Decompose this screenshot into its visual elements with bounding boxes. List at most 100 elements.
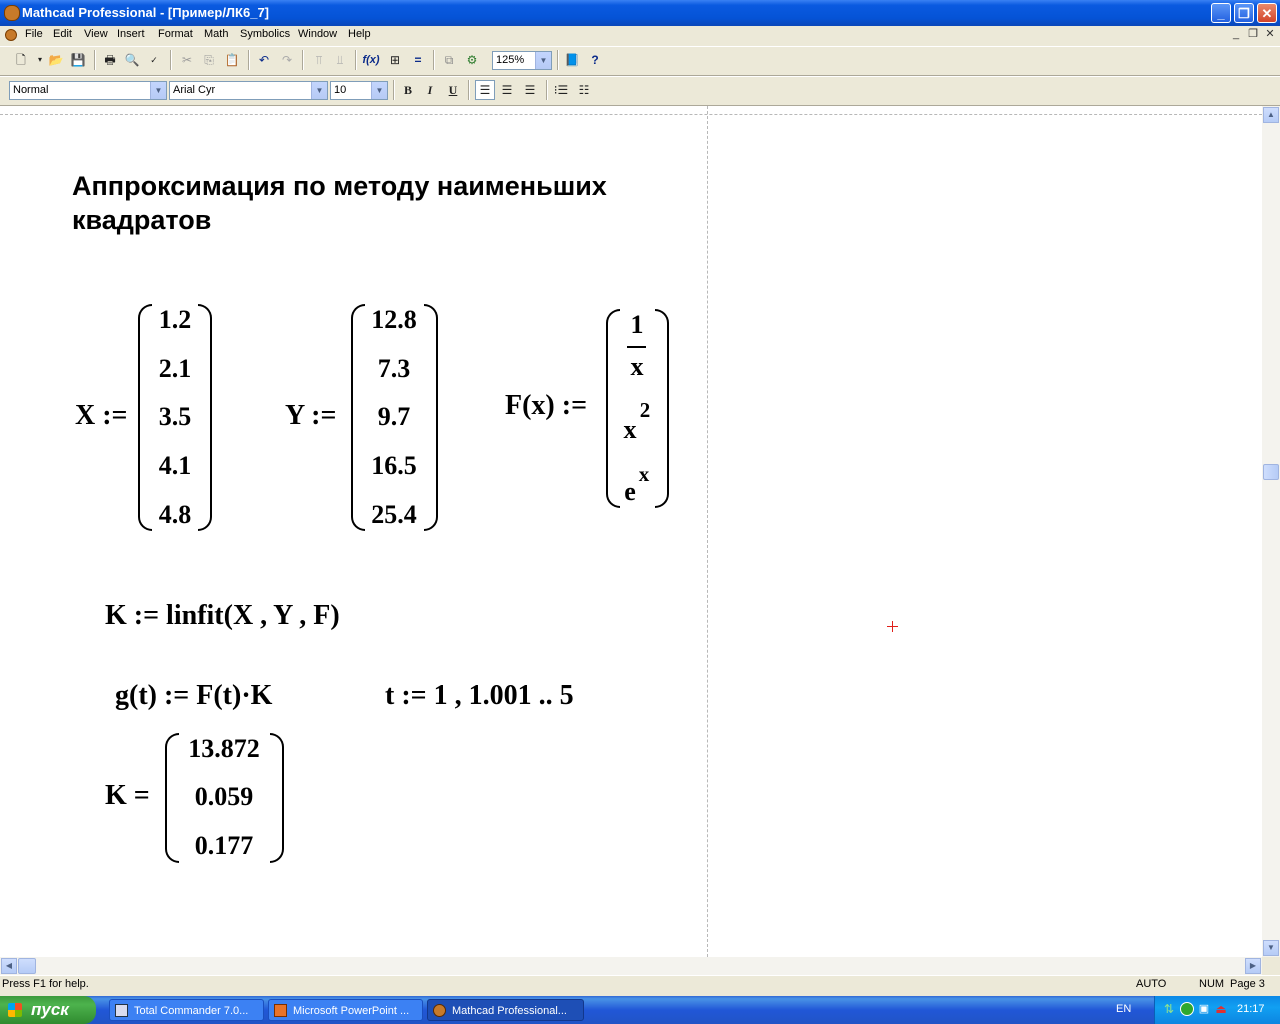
y-definition-label[interactable]: Y := bbox=[285, 400, 336, 432]
font-size-select[interactable]: 10 ▼ bbox=[330, 81, 388, 100]
antivirus-icon[interactable] bbox=[1180, 1002, 1194, 1016]
print-preview-icon[interactable]: 🔍 bbox=[123, 51, 141, 69]
undo-icon[interactable]: ↶ bbox=[255, 51, 273, 69]
x-definition-label[interactable]: X := bbox=[75, 400, 128, 432]
k-result-value[interactable]: 0.177 bbox=[174, 831, 274, 861]
align-center-icon[interactable]: ☰ bbox=[498, 81, 516, 99]
bold-button[interactable]: B bbox=[399, 81, 417, 99]
save-icon[interactable]: 💾 bbox=[69, 51, 87, 69]
zoom-select[interactable]: 125% ▼ bbox=[492, 51, 552, 70]
close-button[interactable]: ✕ bbox=[1257, 3, 1277, 23]
redo-icon[interactable]: ↷ bbox=[278, 51, 296, 69]
menu-window[interactable]: Window bbox=[298, 28, 337, 40]
vertical-scrollbar[interactable] bbox=[1262, 106, 1280, 957]
doc-restore-icon[interactable]: ❐ bbox=[1246, 28, 1260, 41]
status-page: Page 3 bbox=[1230, 978, 1265, 990]
menu-math[interactable]: Math bbox=[204, 28, 228, 40]
scroll-down-icon[interactable]: ▼ bbox=[1263, 940, 1279, 956]
menu-format[interactable]: Format bbox=[158, 28, 193, 40]
style-select[interactable]: Normal ▼ bbox=[9, 81, 167, 100]
taskbar-item-mathcad[interactable]: Mathcad Professional... bbox=[427, 999, 584, 1021]
document-icon[interactable] bbox=[5, 29, 17, 41]
horizontal-scroll-thumb[interactable] bbox=[18, 958, 36, 974]
menu-edit[interactable]: Edit bbox=[53, 28, 72, 40]
doc-close-icon[interactable]: ✕ bbox=[1263, 28, 1277, 41]
resource-book-icon[interactable]: 📘 bbox=[563, 51, 581, 69]
scroll-left-icon[interactable]: ◀ bbox=[1, 958, 17, 974]
x-value[interactable]: 4.1 bbox=[145, 451, 205, 481]
f-fraction-numerator[interactable]: 1 bbox=[622, 310, 652, 340]
chevron-down-icon[interactable]: ▼ bbox=[371, 82, 387, 99]
underline-button[interactable]: U bbox=[444, 81, 462, 99]
font-select[interactable]: Arial Cyr ▼ bbox=[169, 81, 328, 100]
x-value[interactable]: 3.5 bbox=[145, 402, 205, 432]
display-icon[interactable]: ▣ bbox=[1197, 1002, 1211, 1016]
bullets-icon[interactable]: ⁝☰ bbox=[552, 81, 570, 99]
start-button[interactable]: пуск bbox=[0, 996, 96, 1024]
new-document-icon[interactable]: 🗋 bbox=[12, 51, 30, 69]
calculate-icon[interactable]: = bbox=[409, 51, 427, 69]
zoom-value: 125% bbox=[496, 54, 525, 66]
minimize-button[interactable]: _ bbox=[1211, 3, 1231, 23]
window-title: Mathcad Professional - [Пример/ЛК6_7] bbox=[22, 5, 269, 20]
align-top-icon[interactable]: ⫪ bbox=[310, 51, 328, 69]
x-value[interactable]: 4.8 bbox=[145, 500, 205, 530]
numbering-icon[interactable]: ☷ bbox=[575, 81, 593, 99]
g-definition[interactable]: g(t) := F(t)·K bbox=[115, 680, 272, 712]
menu-help[interactable]: Help bbox=[348, 28, 371, 40]
x-value[interactable]: 2.1 bbox=[145, 354, 205, 384]
y-value[interactable]: 25.4 bbox=[358, 500, 430, 530]
menu-symbolics[interactable]: Symbolics bbox=[240, 28, 290, 40]
chevron-down-icon[interactable]: ▼ bbox=[311, 82, 327, 99]
clock: 21:17 bbox=[1237, 1003, 1265, 1015]
scroll-up-icon[interactable]: ▲ bbox=[1263, 107, 1279, 123]
copy-icon[interactable]: ⎘ bbox=[200, 51, 218, 69]
doc-minimize-icon[interactable]: _ bbox=[1229, 28, 1243, 41]
italic-button[interactable]: I bbox=[421, 81, 439, 99]
f-definition-label[interactable]: F(x) := bbox=[505, 390, 587, 422]
insert-function-icon[interactable]: f(x) bbox=[362, 51, 380, 69]
safely-remove-icon[interactable]: ⏏ bbox=[1214, 1002, 1228, 1016]
menu-insert[interactable]: Insert bbox=[117, 28, 145, 40]
taskbar-item-label: Microsoft PowerPoint ... bbox=[293, 1005, 410, 1017]
menu-view[interactable]: View bbox=[84, 28, 108, 40]
f-power-exponent[interactable]: 2 bbox=[637, 398, 653, 423]
cut-icon[interactable]: ✂ bbox=[178, 51, 196, 69]
print-icon[interactable]: 🖶 bbox=[101, 51, 119, 69]
align-down-icon[interactable]: ⫫ bbox=[331, 51, 349, 69]
x-value[interactable]: 1.2 bbox=[145, 305, 205, 335]
vertical-scroll-thumb[interactable] bbox=[1263, 464, 1279, 480]
f-exp-exponent[interactable]: x bbox=[636, 462, 652, 487]
k-result-label[interactable]: K = bbox=[105, 780, 150, 812]
insert-unit-icon[interactable]: ⊞ bbox=[386, 51, 404, 69]
k-result-value[interactable]: 13.872 bbox=[174, 734, 274, 764]
y-value[interactable]: 7.3 bbox=[358, 354, 430, 384]
align-right-icon[interactable]: ☰ bbox=[521, 81, 539, 99]
insert-component-icon[interactable]: ⧉ bbox=[440, 51, 458, 69]
open-folder-icon[interactable]: 📂 bbox=[47, 51, 65, 69]
chevron-down-icon[interactable]: ▼ bbox=[535, 52, 551, 69]
y-value[interactable]: 12.8 bbox=[358, 305, 430, 335]
network-icon[interactable]: ⇅ bbox=[1162, 1002, 1176, 1016]
help-icon[interactable]: ? bbox=[586, 51, 604, 69]
paste-icon[interactable]: 📋 bbox=[223, 51, 241, 69]
y-value[interactable]: 9.7 bbox=[358, 402, 430, 432]
language-indicator[interactable]: EN bbox=[1116, 1003, 1131, 1015]
k-result-value[interactable]: 0.059 bbox=[174, 782, 274, 812]
spell-check-icon[interactable]: ✓ bbox=[145, 51, 163, 69]
chevron-down-icon[interactable]: ▼ bbox=[150, 82, 166, 99]
menu-file[interactable]: File bbox=[25, 28, 43, 40]
k-linfit-expression[interactable]: K := linfit(X , Y , F) bbox=[105, 600, 340, 632]
mathcad-app-icon[interactable] bbox=[4, 5, 20, 21]
f-fraction-denominator[interactable]: x bbox=[622, 352, 652, 382]
scroll-right-icon[interactable]: ▶ bbox=[1245, 958, 1261, 974]
font-value: Arial Cyr bbox=[173, 84, 216, 96]
restore-button[interactable]: ❐ bbox=[1234, 3, 1254, 23]
horizontal-scrollbar[interactable] bbox=[0, 957, 1262, 975]
taskbar-item-powerpoint[interactable]: Microsoft PowerPoint ... bbox=[268, 999, 423, 1021]
taskbar-item-total-commander[interactable]: Total Commander 7.0... bbox=[109, 999, 264, 1021]
resource-center-icon[interactable]: ⚙ bbox=[463, 51, 481, 69]
y-value[interactable]: 16.5 bbox=[358, 451, 430, 481]
t-range-definition[interactable]: t := 1 , 1.001 .. 5 bbox=[385, 680, 574, 712]
align-left-icon[interactable]: ☰ bbox=[475, 80, 495, 100]
